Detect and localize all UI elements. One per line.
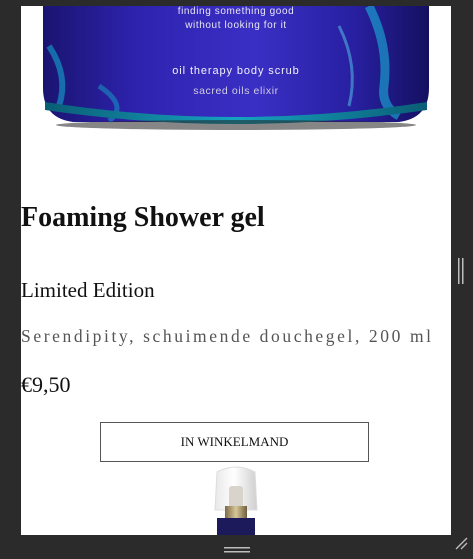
jar-tagline-1: finding something good bbox=[177, 6, 295, 17]
jar-product-name: oil therapy body scrub bbox=[172, 65, 300, 77]
resize-corner-icon[interactable] bbox=[454, 536, 468, 550]
product-edition: Limited Edition bbox=[21, 278, 155, 302]
jar-product-subtitle: sacred oils elixir bbox=[193, 85, 279, 97]
product-page-frame: finding something good without looking f… bbox=[21, 6, 451, 535]
product-description: Serendipity, schuimende douchegel, 200 m… bbox=[21, 326, 434, 346]
jar-tagline-2: without looking for it bbox=[185, 20, 287, 31]
next-product-image-bottle[interactable] bbox=[203, 466, 269, 535]
product-title: Foaming Shower gel bbox=[21, 202, 265, 233]
bottle-illustration bbox=[214, 466, 258, 535]
add-to-cart-button[interactable]: IN WINKELMAND bbox=[100, 422, 369, 462]
drag-grip-icon[interactable] bbox=[224, 541, 250, 553]
scroll-handle-icon[interactable] bbox=[457, 258, 465, 284]
product-price: €9,50 bbox=[21, 372, 71, 397]
product-image-jar[interactable]: finding something good without looking f… bbox=[39, 6, 433, 134]
